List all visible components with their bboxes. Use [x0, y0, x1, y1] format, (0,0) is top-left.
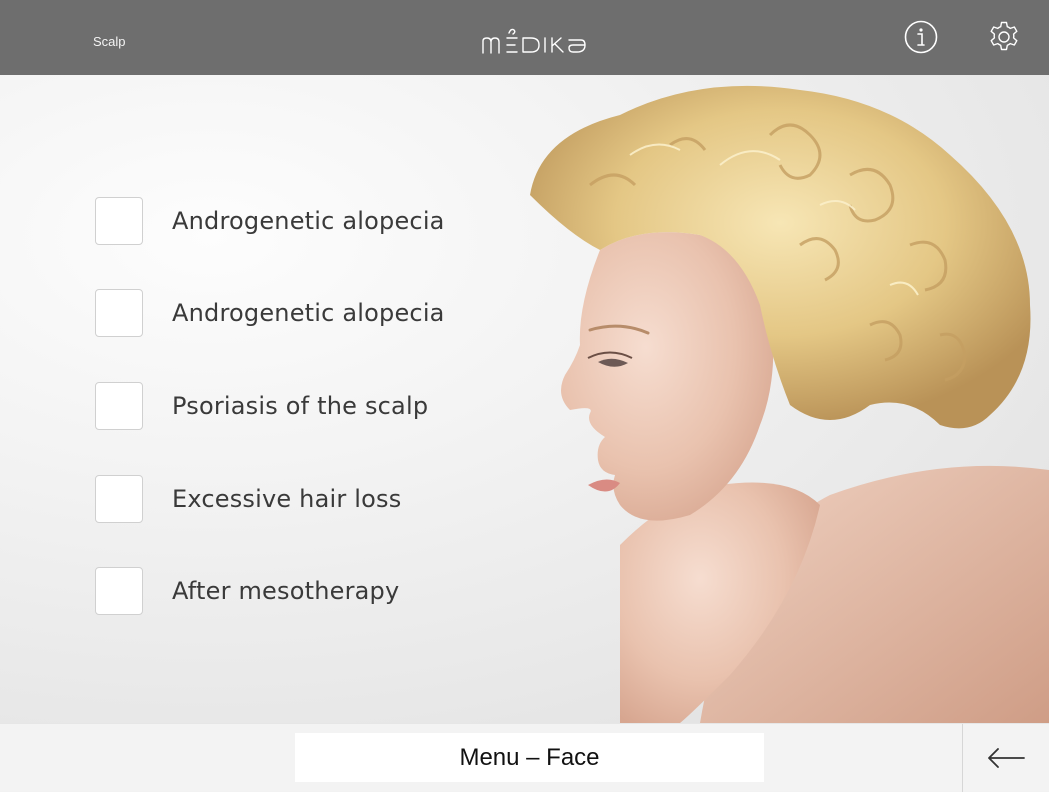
- arrow-left-icon: [988, 748, 1025, 768]
- main-area: Androgenetic alopecia Androgenetic alope…: [0, 75, 1049, 723]
- option-after-mesotherapy[interactable]: After mesotherapy: [95, 565, 515, 617]
- info-circle-icon[interactable]: [904, 20, 938, 54]
- bottom-bar: Menu – Face: [0, 723, 1049, 792]
- option-psoriasis-of-the-scalp[interactable]: Psoriasis of the scalp: [95, 380, 515, 432]
- option-label: Androgenetic alopecia: [172, 207, 445, 235]
- option-androgenetic-alopecia-2[interactable]: Androgenetic alopecia: [95, 287, 515, 339]
- hero-portrait-image: [530, 85, 1049, 723]
- brand-logo: [482, 28, 586, 54]
- option-androgenetic-alopecia-1[interactable]: Androgenetic alopecia: [95, 195, 515, 247]
- back-button[interactable]: [963, 724, 1049, 792]
- option-label: Androgenetic alopecia: [172, 299, 445, 327]
- section-title: Scalp: [93, 34, 126, 49]
- gear-icon[interactable]: [987, 20, 1021, 54]
- option-label: Excessive hair loss: [172, 485, 402, 513]
- checkbox[interactable]: [95, 475, 143, 523]
- option-label: Psoriasis of the scalp: [172, 392, 429, 420]
- top-bar: Scalp: [0, 0, 1049, 75]
- checkbox[interactable]: [95, 382, 143, 430]
- checkbox[interactable]: [95, 289, 143, 337]
- option-label: After mesotherapy: [172, 577, 400, 605]
- checkbox[interactable]: [95, 197, 143, 245]
- option-excessive-hair-loss[interactable]: Excessive hair loss: [95, 473, 515, 525]
- checkbox[interactable]: [95, 567, 143, 615]
- menu-face-button[interactable]: Menu – Face: [295, 733, 764, 782]
